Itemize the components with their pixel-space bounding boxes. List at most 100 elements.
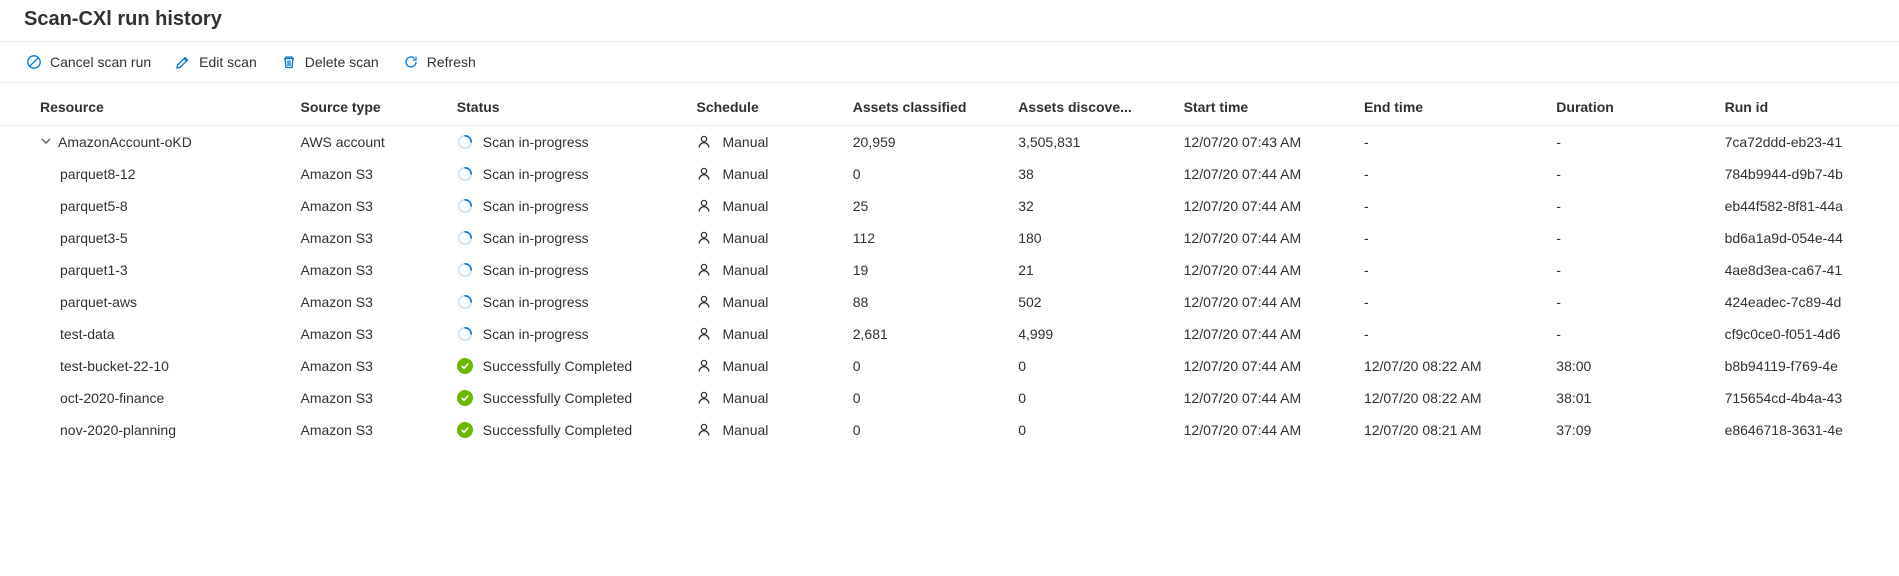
refresh-button[interactable]: Refresh: [401, 50, 478, 74]
cell-runid: 424eadec-7c89-4d: [1713, 286, 1899, 318]
cell-source-type: Amazon S3: [289, 318, 445, 350]
col-header-classified[interactable]: Assets classified: [841, 89, 1006, 126]
col-header-start[interactable]: Start time: [1172, 89, 1352, 126]
cell-runid: 7ca72ddd-eb23-41: [1713, 126, 1899, 159]
table-row[interactable]: parquet8-12Amazon S3Scan in-progressManu…: [0, 158, 1899, 190]
table-row[interactable]: nov-2020-planningAmazon S3Successfully C…: [0, 414, 1899, 446]
cell-start-time: 12/07/20 07:44 AM: [1172, 190, 1352, 222]
edit-icon: [175, 54, 191, 70]
run-history-table: Resource Source type Status Schedule Ass…: [0, 89, 1899, 446]
cell-classified: 20,959: [841, 126, 1006, 159]
cell-runid: eb44f582-8f81-44a: [1713, 190, 1899, 222]
cell-end-time: -: [1352, 158, 1544, 190]
cell-runid: 715654cd-4b4a-43: [1713, 382, 1899, 414]
cell-duration: 38:01: [1544, 382, 1712, 414]
table-row[interactable]: test-bucket-22-10Amazon S3 Successfully C…: [0, 350, 1899, 382]
cell-status: Successfully Completed: [445, 382, 685, 414]
table-row[interactable]: parquet1-3 Amazon S3Scan in-progressManua…: [0, 254, 1899, 286]
status-text: Successfully Completed: [483, 358, 632, 374]
resource-name: parquet1-3: [60, 262, 128, 278]
cell-classified: 2,681: [841, 318, 1006, 350]
cancel-scan-label: Cancel scan run: [50, 54, 151, 70]
refresh-label: Refresh: [427, 54, 476, 70]
resource-name: nov-2020-planning: [60, 422, 176, 438]
cell-resource: parquet8-12: [0, 158, 289, 190]
resource-name: parquet3-5: [60, 230, 128, 246]
cell-runid: cf9c0ce0-f051-4d6: [1713, 318, 1899, 350]
cell-start-time: 12/07/20 07:43 AM: [1172, 126, 1352, 159]
cell-classified: 25: [841, 190, 1006, 222]
cell-discovered: 38: [1006, 158, 1171, 190]
status-text: Scan in-progress: [483, 134, 589, 150]
cell-end-time: 12/07/20 08:22 AM: [1352, 350, 1544, 382]
cell-status: Scan in-progress: [445, 254, 685, 286]
status-text: Scan in-progress: [483, 326, 589, 342]
col-header-resource[interactable]: Resource: [0, 89, 289, 126]
cell-status: Scan in-progress: [445, 318, 685, 350]
edit-scan-button[interactable]: Edit scan: [173, 50, 259, 74]
cell-runid: e8646718-3631-4e: [1713, 414, 1899, 446]
person-icon: [696, 390, 712, 406]
col-header-duration[interactable]: Duration: [1544, 89, 1712, 126]
cell-classified: 112: [841, 222, 1006, 254]
spinner-icon: [457, 262, 473, 278]
schedule-text: Manual: [722, 390, 768, 406]
table-row[interactable]: parquet5-8Amazon S3Scan in-progressManua…: [0, 190, 1899, 222]
cell-classified: 19: [841, 254, 1006, 286]
status-text: Scan in-progress: [483, 230, 589, 246]
resource-name: test-data: [60, 326, 114, 342]
schedule-text: Manual: [722, 422, 768, 438]
spinner-icon: [457, 326, 473, 342]
toolbar: Cancel scan run Edit scan Delete scan Re…: [0, 42, 1899, 82]
spinner-icon: [457, 294, 473, 310]
cell-status: Scan in-progress: [445, 222, 685, 254]
cell-classified: 0: [841, 158, 1006, 190]
col-header-source[interactable]: Source type: [289, 89, 445, 126]
cell-resource: parquet3-5: [0, 222, 289, 254]
col-header-schedule[interactable]: Schedule: [684, 89, 840, 126]
page-title: Scan-CXl run history: [0, 0, 1899, 41]
cell-end-time: -: [1352, 126, 1544, 159]
cell-end-time: -: [1352, 222, 1544, 254]
table-row[interactable]: oct-2020-financeAmazon S3Successfully Co…: [0, 382, 1899, 414]
cancel-scan-button[interactable]: Cancel scan run: [24, 50, 153, 74]
person-icon: [696, 134, 712, 150]
cell-classified: 0: [841, 382, 1006, 414]
success-check-icon: [457, 358, 473, 374]
cell-source-type: AWS account: [289, 126, 445, 159]
cell-start-time: 12/07/20 07:44 AM: [1172, 382, 1352, 414]
spinner-icon: [457, 134, 473, 150]
cell-status: Scan in-progress: [445, 286, 685, 318]
cell-end-time: -: [1352, 254, 1544, 286]
chevron-down-icon[interactable]: [40, 135, 52, 147]
table-row[interactable]: parquet3-5Amazon S3Scan in-progressManua…: [0, 222, 1899, 254]
col-header-runid[interactable]: Run id: [1713, 89, 1899, 126]
cell-source-type: Amazon S3: [289, 350, 445, 382]
col-header-status[interactable]: Status: [445, 89, 685, 126]
refresh-icon: [403, 54, 419, 70]
cell-discovered: 0: [1006, 350, 1171, 382]
cell-resource: test-data: [0, 318, 289, 350]
cell-end-time: -: [1352, 318, 1544, 350]
cell-classified: 0: [841, 414, 1006, 446]
table-row[interactable]: parquet-awsAmazon S3Scan in-progressManu…: [0, 286, 1899, 318]
cell-duration: 37:09: [1544, 414, 1712, 446]
table-row[interactable]: AmazonAccount-oKD AWS account Scan in-prog…: [0, 126, 1899, 159]
status-text: Scan in-progress: [483, 198, 589, 214]
col-header-end[interactable]: End time: [1352, 89, 1544, 126]
cell-start-time: 12/07/20 07:44 AM: [1172, 286, 1352, 318]
person-icon: [696, 294, 712, 310]
table-row[interactable]: test-data Amazon S3 Scan in-progress Manual…: [0, 318, 1899, 350]
delete-scan-button[interactable]: Delete scan: [279, 50, 381, 74]
cell-source-type: Amazon S3: [289, 254, 445, 286]
person-icon: [696, 198, 712, 214]
schedule-text: Manual: [722, 326, 768, 342]
success-check-icon: [457, 390, 473, 406]
col-header-discovered[interactable]: Assets discove...: [1006, 89, 1171, 126]
person-icon: [696, 358, 712, 374]
cell-discovered: 32: [1006, 190, 1171, 222]
spinner-icon: [457, 230, 473, 246]
cell-resource: test-bucket-22-10: [0, 350, 289, 382]
cell-schedule: Manual: [684, 254, 840, 286]
resource-name: AmazonAccount-oKD: [58, 134, 192, 150]
